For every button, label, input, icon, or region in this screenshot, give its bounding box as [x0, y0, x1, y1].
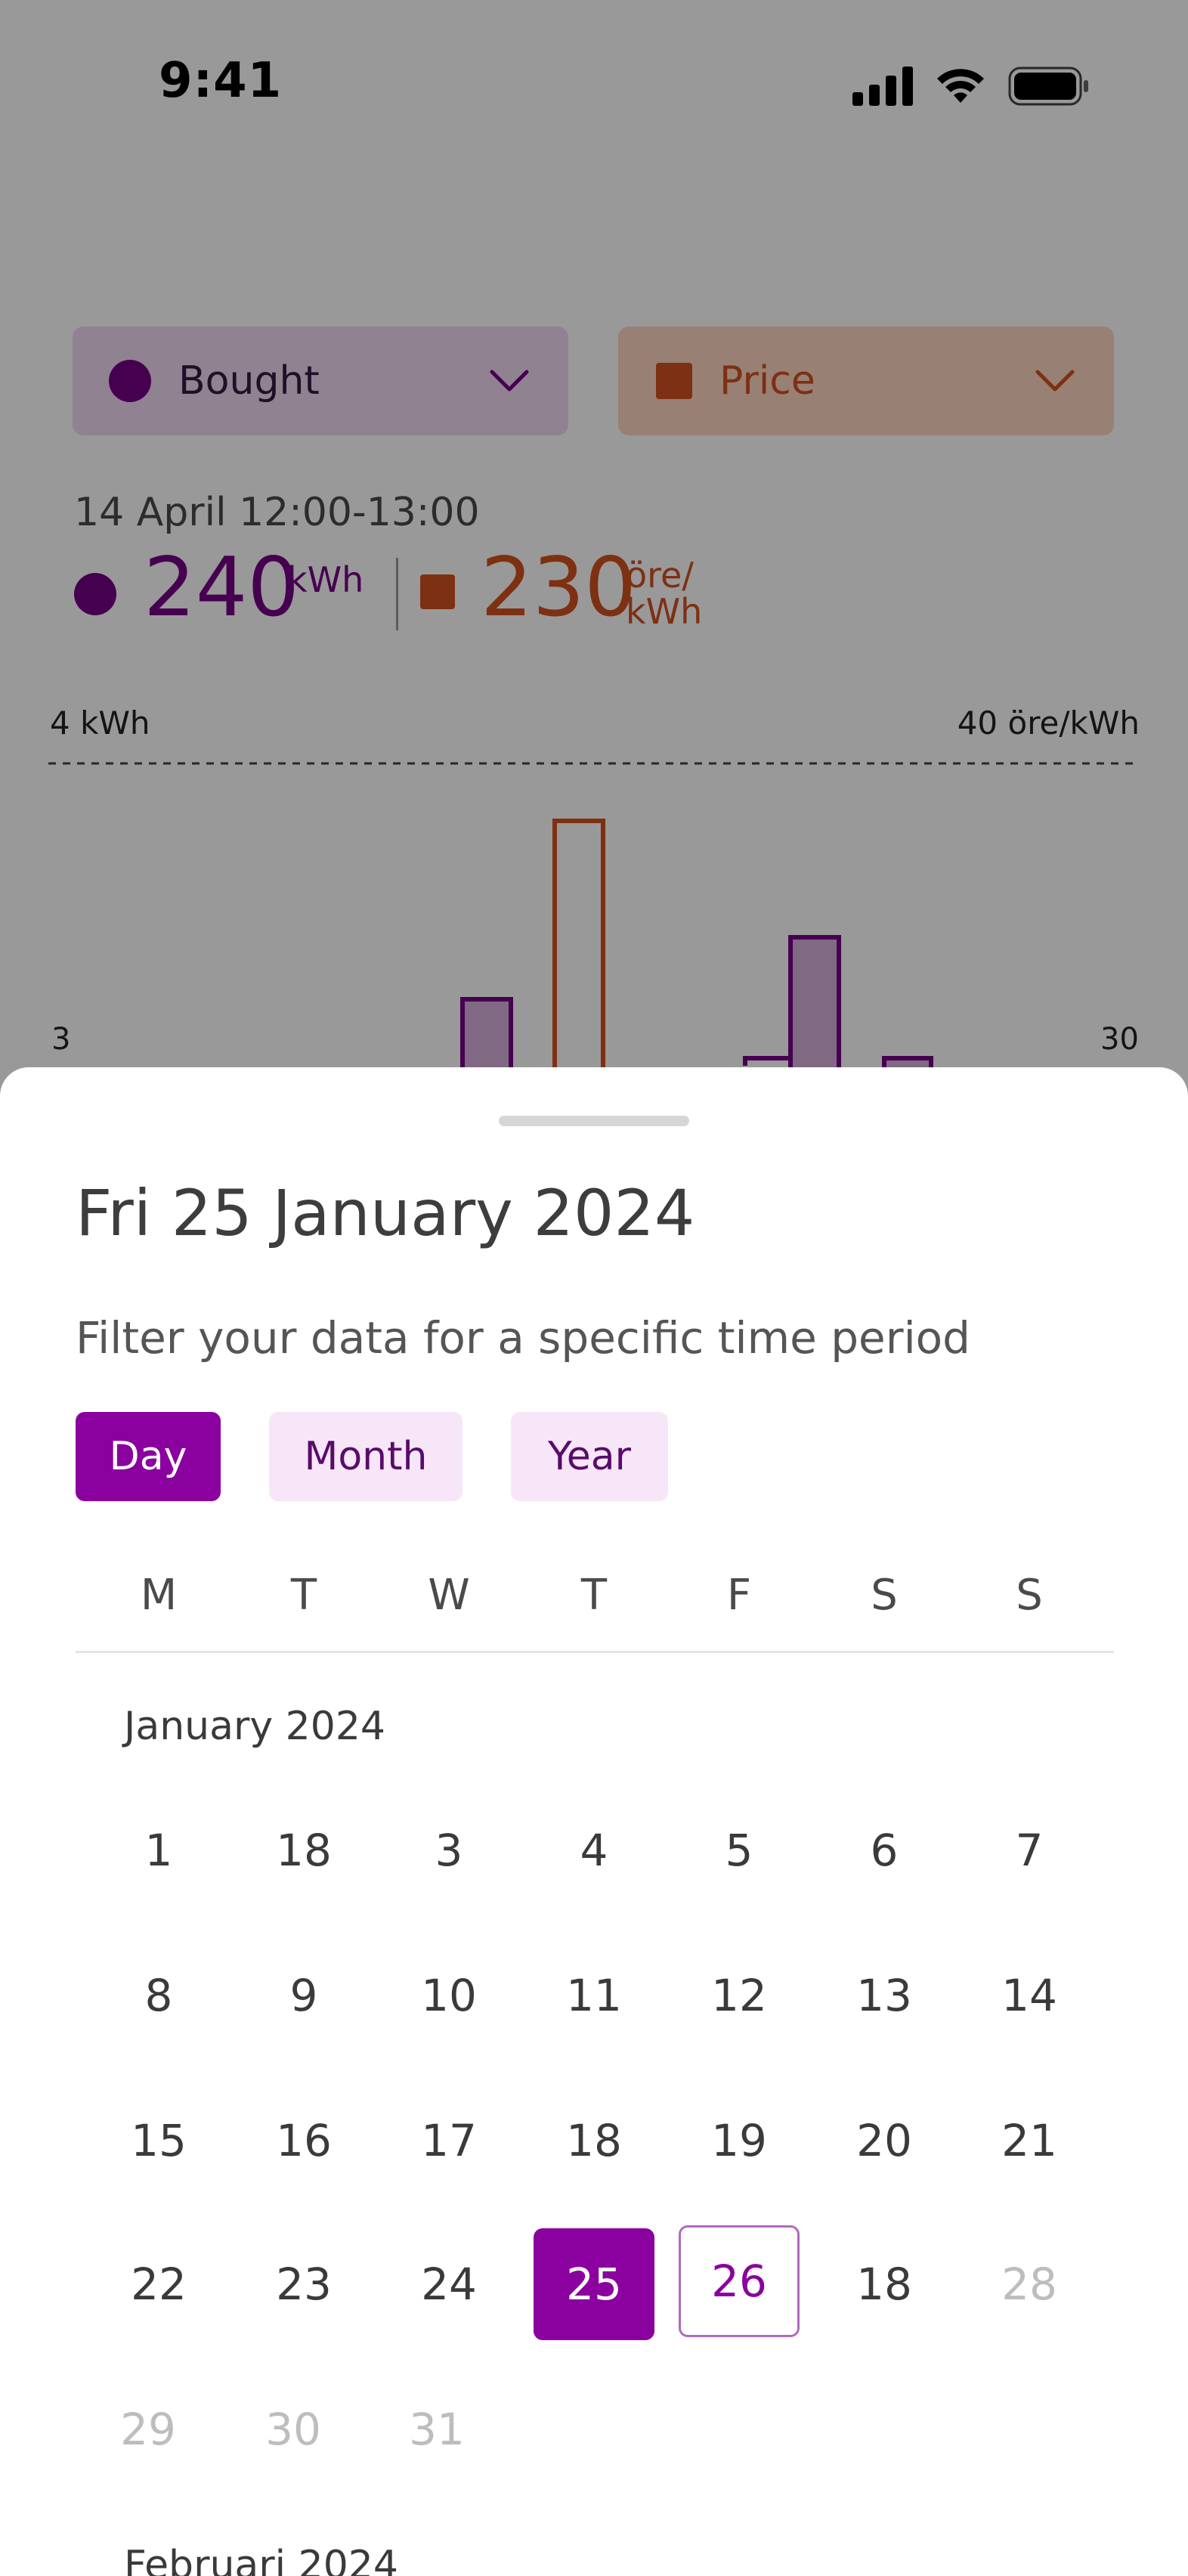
modal-backdrop[interactable]: [0, 0, 1188, 1119]
screen: 9:41 Bought Price 14 April 12:00-13:00 2…: [0, 0, 1188, 2576]
weekday-label: M: [140, 1571, 178, 1620]
mode-month-button[interactable]: Month: [269, 1412, 463, 1501]
calendar-day[interactable]: 10: [388, 1940, 509, 2051]
weekday-label: F: [726, 1571, 752, 1620]
sheet-title: Fri 25 January 2024: [76, 1176, 695, 1250]
calendar-day[interactable]: 11: [534, 1940, 654, 2051]
calendar-day-disabled: 30: [265, 2404, 321, 2455]
mode-day-button[interactable]: Day: [76, 1412, 221, 1501]
calendar-day-today[interactable]: 26: [679, 2225, 800, 2337]
calendar-day[interactable]: 18: [534, 2085, 654, 2197]
calendar-day[interactable]: 20: [824, 2085, 945, 2197]
calendar-day[interactable]: 18: [824, 2228, 945, 2340]
sheet-subtitle: Filter your data for a specific time per…: [76, 1312, 970, 1364]
calendar-day[interactable]: 13: [824, 1940, 945, 2051]
calendar-day[interactable]: 22: [98, 2228, 219, 2340]
calendar-day-selected[interactable]: 25: [534, 2228, 654, 2340]
month-heading: January 2024: [124, 1704, 385, 1749]
mode-year-button[interactable]: Year: [511, 1412, 668, 1501]
calendar-day[interactable]: 18: [243, 1794, 364, 1906]
calendar-day[interactable]: 9: [243, 1940, 364, 2051]
calendar-day[interactable]: 19: [679, 2085, 800, 2197]
weekday-label: W: [428, 1571, 470, 1620]
weekday-label: S: [871, 1571, 898, 1620]
calendar-day[interactable]: 24: [388, 2228, 509, 2340]
calendar-day[interactable]: 3: [388, 1794, 509, 1906]
calendar-day[interactable]: 4: [534, 1794, 654, 1906]
calendar-day[interactable]: 23: [243, 2228, 364, 2340]
weekday-label: T: [290, 1571, 317, 1620]
weekday-label: T: [580, 1571, 608, 1620]
calendar-day[interactable]: 8: [98, 1940, 219, 2051]
calendar-day[interactable]: 12: [679, 1940, 800, 2051]
calendar-day[interactable]: 14: [969, 1940, 1090, 2051]
weekday-label: S: [1016, 1571, 1043, 1620]
calendar-day-disabled: 28: [1001, 2259, 1057, 2310]
weekday-divider: [76, 1651, 1114, 1653]
calendar-day[interactable]: 1: [98, 1794, 219, 1906]
calendar-day[interactable]: 6: [824, 1794, 945, 1906]
calendar-day[interactable]: 7: [969, 1794, 1090, 1906]
calendar-day[interactable]: 5: [679, 1794, 800, 1906]
calendar-day[interactable]: 16: [243, 2085, 364, 2197]
calendar-day[interactable]: 21: [969, 2085, 1090, 2197]
calendar-day[interactable]: 15: [98, 2085, 219, 2197]
calendar-day-disabled: 29: [120, 2404, 176, 2455]
calendar-day-disabled: 31: [409, 2404, 465, 2455]
month-heading: Februari 2024: [124, 2543, 398, 2576]
calendar-day[interactable]: 17: [388, 2085, 509, 2197]
sheet-drag-handle[interactable]: [499, 1116, 689, 1126]
